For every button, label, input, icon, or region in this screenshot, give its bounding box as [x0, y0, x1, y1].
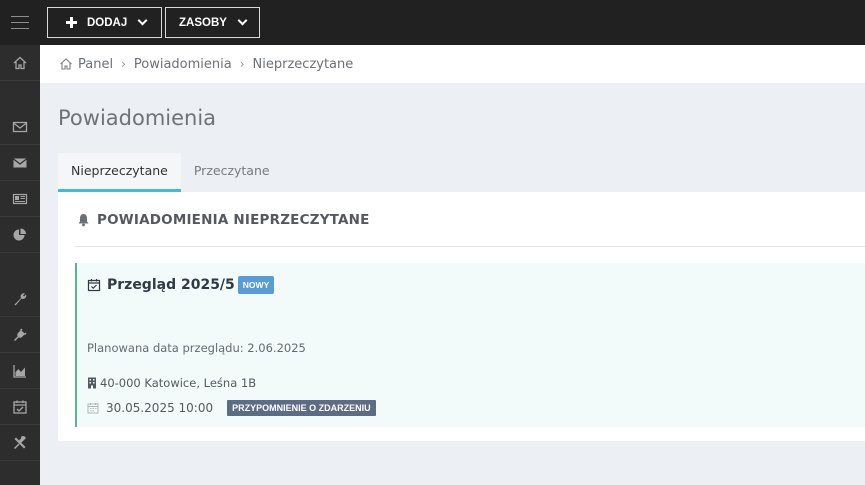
calendar-check-icon	[87, 279, 101, 292]
envelope-outline-icon	[12, 121, 28, 132]
notification-title: Przegląd 2025/5 NOWY	[87, 276, 275, 294]
sidebar-item-messages[interactable]	[0, 145, 40, 181]
event-datetime: 30.05.2025 10:00 PRZYPOMNIENIE O ZDARZEN…	[87, 400, 376, 416]
resources-button[interactable]: ZASOBY	[165, 7, 260, 38]
envelope-icon	[13, 158, 27, 167]
menu-icon[interactable]	[0, 0, 40, 45]
planned-date: Planowana data przeglądu: 2.06.2025	[87, 341, 306, 355]
sidebar-item-reports[interactable]	[0, 217, 40, 253]
panel-heading: POWIADOMIENIA NIEPRZECZYTANE	[77, 212, 370, 228]
sidebar-item-messages-outline[interactable]	[0, 109, 40, 145]
sidebar-item-tools[interactable]	[0, 425, 40, 461]
wrench-icon	[14, 292, 27, 305]
breadcrumb-unread: Nieprzeczytane	[252, 56, 354, 72]
tab-read[interactable]: Przeczytane	[181, 153, 283, 192]
notification-title-text[interactable]: Przegląd 2025/5	[107, 277, 235, 293]
address-text: 40-000 Katowice, Leśna 1B	[100, 376, 257, 390]
chevron-down-icon	[137, 15, 148, 26]
reminder-badge: PRZYPOMNIENIE O ZDARZENIU	[227, 400, 376, 416]
newspaper-icon	[12, 193, 28, 204]
tabs: Nieprzeczytane Przeczytane	[58, 153, 283, 192]
sidebar-item-connections[interactable]	[0, 317, 40, 353]
notification-item[interactable]: Przegląd 2025/5 NOWY Planowana data prze…	[75, 263, 865, 427]
event-datetime-text: 30.05.2025 10:00	[106, 401, 214, 415]
breadcrumb-separator-icon: ›	[121, 57, 126, 71]
sidebar	[0, 45, 40, 485]
calendar-icon	[87, 403, 99, 414]
notifications-panel: POWIADOMIENIA NIEPRZECZYTANE Przegląd 20…	[58, 192, 865, 441]
bell-icon	[78, 214, 89, 227]
tab-unread[interactable]: Nieprzeczytane	[58, 153, 181, 192]
breadcrumb-panel[interactable]: Panel	[78, 57, 113, 72]
breadcrumb: Panel › Powiadomienia › Nieprzeczytane	[40, 45, 865, 83]
address: 40-000 Katowice, Leśna 1B	[87, 376, 256, 390]
breadcrumb-notifications[interactable]: Powiadomienia	[134, 57, 232, 72]
chevron-down-icon	[237, 15, 248, 26]
page-title: Powiadomienia	[58, 106, 217, 130]
plus-icon	[66, 17, 77, 28]
top-bar: DODAJ ZASOBY	[0, 0, 865, 45]
breadcrumb-separator-icon: ›	[239, 57, 245, 71]
home-icon	[13, 56, 27, 69]
area-chart-icon	[13, 364, 26, 378]
new-badge: NOWY	[237, 276, 275, 294]
sidebar-item-service[interactable]	[0, 281, 40, 317]
building-icon	[88, 377, 96, 389]
sidebar-item-home[interactable]	[0, 45, 40, 81]
resources-button-label: ZASOBY	[179, 16, 227, 29]
divider	[75, 246, 865, 247]
sidebar-item-news[interactable]	[0, 181, 40, 217]
pie-chart-icon	[13, 228, 26, 240]
calendar-check-icon	[13, 400, 27, 414]
home-icon	[60, 58, 72, 70]
tools-icon	[13, 435, 26, 449]
panel-heading-text: POWIADOMIENIA NIEPRZECZYTANE	[97, 212, 370, 228]
plug-icon	[13, 327, 27, 341]
sidebar-item-calendar[interactable]	[0, 389, 40, 425]
sidebar-item-statistics[interactable]	[0, 353, 40, 389]
add-button-label: DODAJ	[87, 16, 128, 29]
add-button[interactable]: DODAJ	[47, 7, 162, 38]
